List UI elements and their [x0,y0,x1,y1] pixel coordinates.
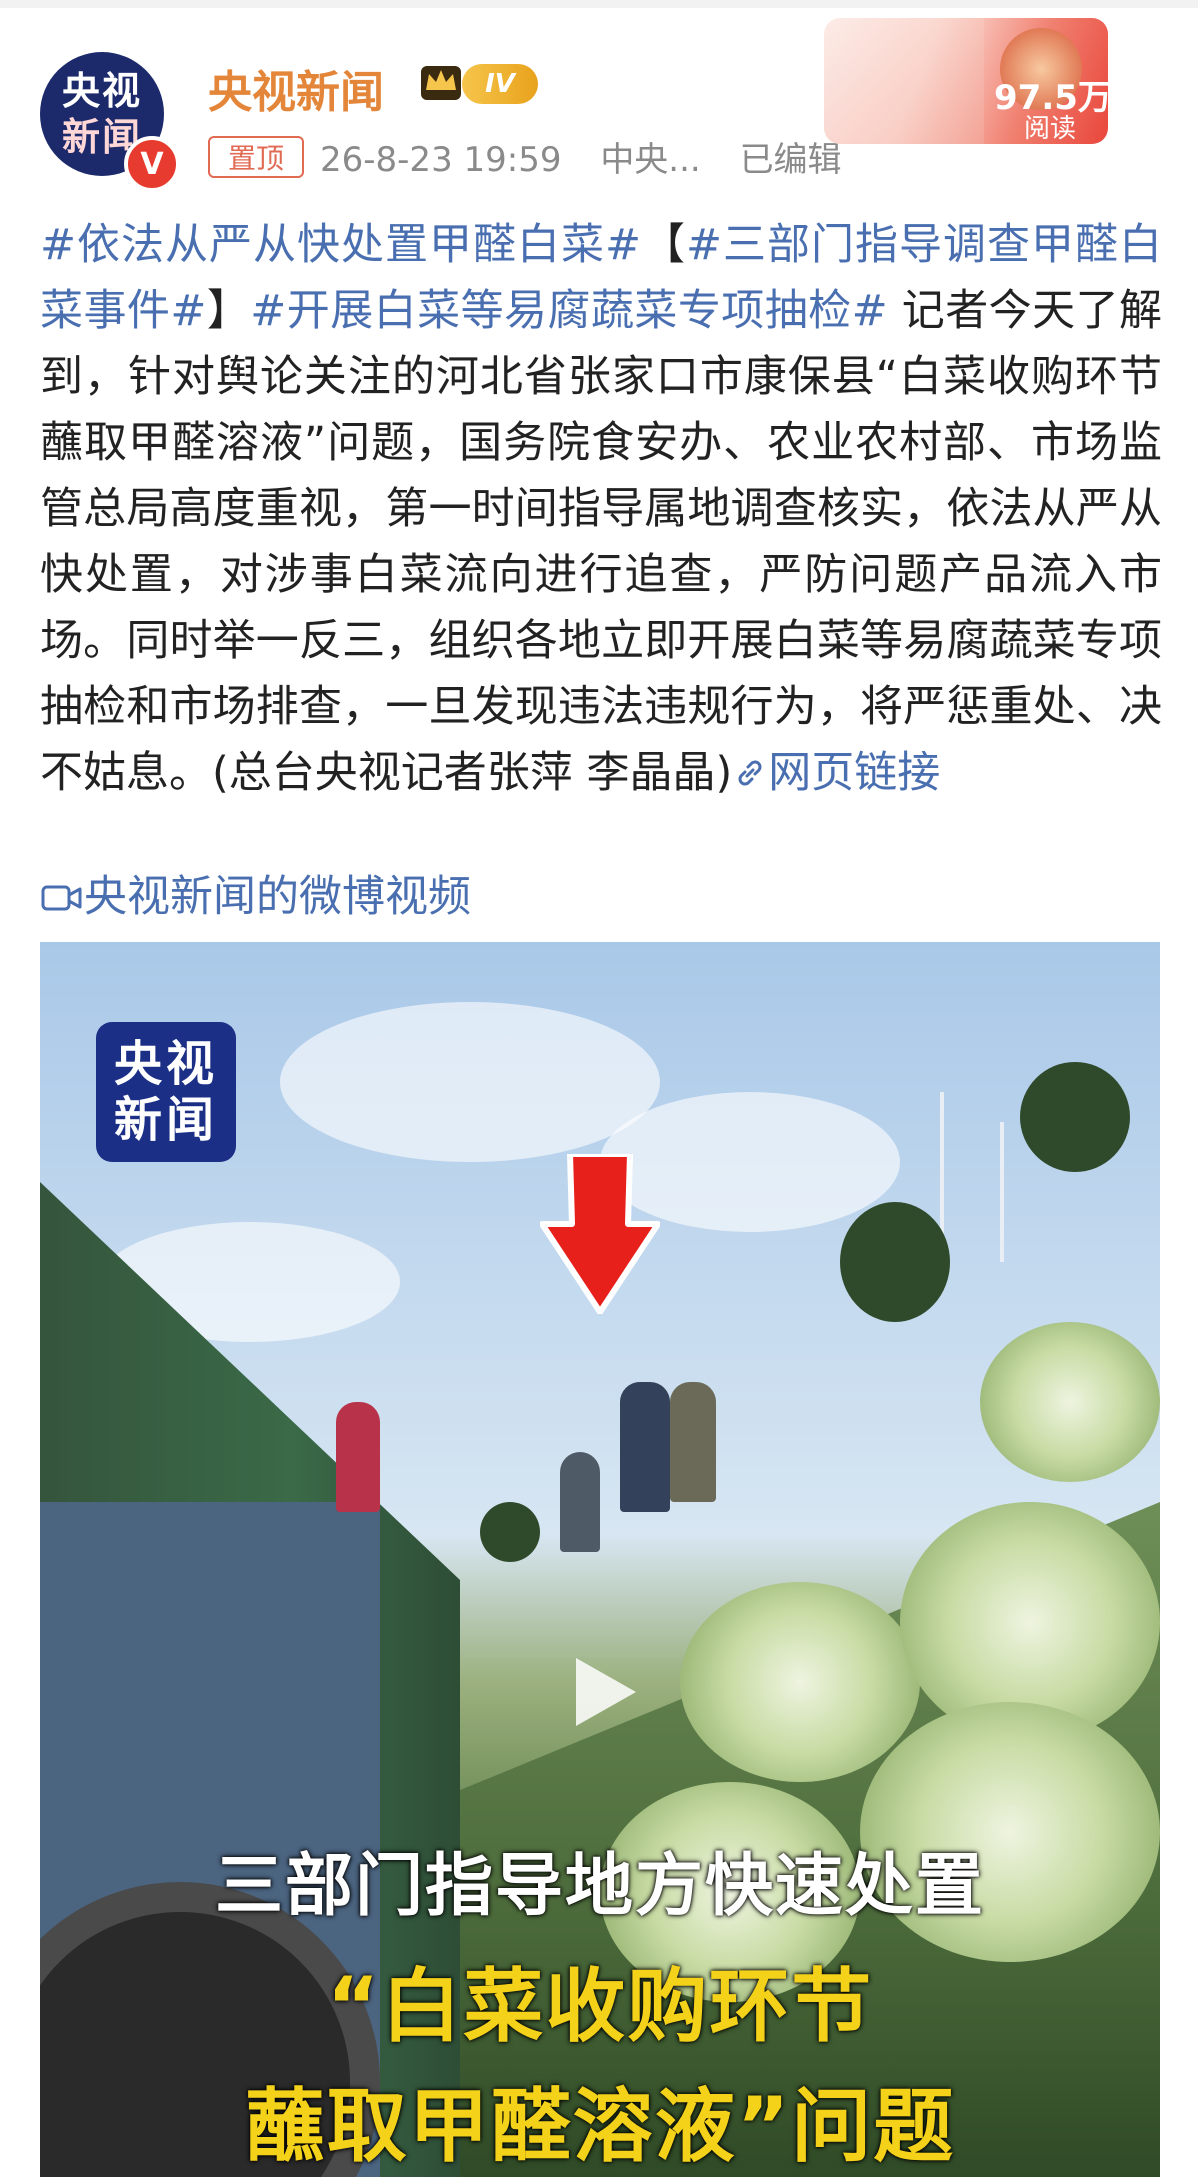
cctv-news-logo: 央视 新闻 [96,1022,236,1162]
wind-turbine [1000,1122,1004,1262]
logo-line2: 新闻 [113,1092,218,1148]
edited-label[interactable]: 已编辑 [740,140,842,180]
topic-tag-1[interactable]: #依法从严从快处置甲醛白菜# [40,220,641,270]
author-name[interactable]: 央视新闻 [208,56,384,120]
video-caption-line1: 三部门指导地方快速处置 [214,1847,985,1926]
post-content: #依法从严从快处置甲醛白菜#【#三部门指导调查甲醛白菜事件#】#开展白菜等易腐蔬… [40,212,1162,806]
topic-tag-3[interactable]: #开展白菜等易腐蔬菜专项抽检# [250,286,887,336]
worker [620,1382,670,1512]
tree [1020,1062,1130,1172]
worker [670,1382,716,1502]
post-source[interactable]: 中央... [600,140,700,180]
web-link-label[interactable]: 网页链接 [768,748,940,798]
web-link[interactable]: 网页链接 [732,748,940,798]
read-label: 阅读 [1024,114,1077,144]
cabbage [680,1582,920,1782]
level-badge: IV [462,64,538,104]
logo-line1: 央视 [113,1036,218,1092]
post-time: 26-8-23 19:59 [320,140,562,180]
video-link[interactable]: 央视新闻的微博视频 [40,864,471,930]
tree [480,1502,540,1562]
verified-icon: V [124,136,180,192]
cloud [280,1002,660,1162]
verified-mark: V [140,146,164,182]
crown-icon [421,66,461,100]
red-arrow-icon [540,1154,660,1314]
cabbage [980,1322,1160,1482]
tree [840,1202,950,1322]
play-icon[interactable] [562,1652,642,1732]
video-link-label[interactable]: 央视新闻的微博视频 [84,872,471,922]
video-caption-line3: 蘸取甲醛溶液”问题 [244,2080,956,2173]
bracket-close: 】 [206,286,251,336]
bracket-open: 【 [641,220,687,270]
worker [560,1452,600,1552]
video-camera-icon [41,885,82,911]
video-player[interactable]: 央视 新闻 三部门指导地方快速处置 “白菜收购环节 蘸取甲醛溶液”问题 [40,942,1160,2177]
post-meta: 26-8-23 19:59 中央... 已编辑 [320,132,870,181]
worker [336,1402,380,1512]
pinned-badge: 置顶 [208,136,304,178]
link-icon [738,760,762,786]
flag-decoration [824,18,984,144]
avatar-text-line1: 央视 [61,69,142,113]
video-caption-line2: “白菜收购环节 [326,1960,874,2053]
top-edge [0,0,1198,8]
post-body: 记者今天了解到，针对舆论关注的河北省张家口市康保县“白菜收购环节蘸取甲醛溶液”问… [40,286,1163,798]
